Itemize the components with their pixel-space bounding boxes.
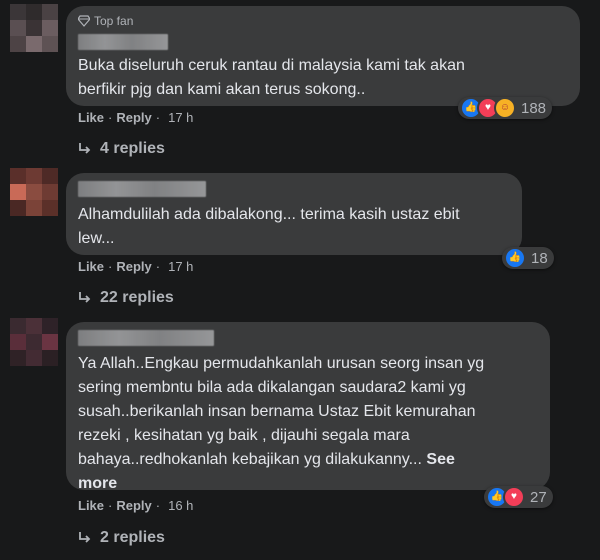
- diamond-icon: [78, 15, 90, 27]
- reply-arrow-icon: [79, 143, 91, 154]
- commenter-name[interactable]: [78, 181, 206, 197]
- separator-dot: ·: [155, 110, 161, 125]
- replies-label: 2 replies: [100, 529, 165, 546]
- reply-arrow-icon: [79, 532, 91, 543]
- comment-bubble: Top fan Buka diseluruh ceruk rantau di m…: [66, 6, 580, 106]
- reply-link[interactable]: Reply: [116, 498, 151, 513]
- comment-text: Alhamdulilah ada dibalakong... terima ka…: [78, 206, 460, 247]
- like-link[interactable]: Like: [78, 259, 104, 274]
- comment-bubble: Alhamdulilah ada dibalakong... terima ka…: [66, 173, 522, 255]
- commenter-name[interactable]: [78, 330, 214, 346]
- like-icon: 👍: [504, 247, 526, 269]
- replies-label: 22 replies: [100, 289, 174, 306]
- timestamp[interactable]: 16 h: [168, 498, 193, 513]
- like-link[interactable]: Like: [78, 110, 104, 125]
- separator-dot: ·: [155, 259, 161, 274]
- separator-dot: ·: [155, 498, 161, 513]
- separator-dot: ·: [108, 259, 113, 274]
- comment-actions: Like · Reply · 16 h: [78, 498, 193, 513]
- separator-dot: ·: [108, 498, 113, 513]
- avatar[interactable]: [10, 168, 58, 216]
- reaction-count: 18: [531, 249, 548, 267]
- top-fan-badge: Top fan: [78, 14, 568, 28]
- comment-thread: Top fan Buka diseluruh ceruk rantau di m…: [0, 0, 600, 560]
- timestamp[interactable]: 17 h: [168, 259, 193, 274]
- avatar[interactable]: [10, 4, 58, 52]
- comment-actions: Like · Reply · 17 h: [78, 110, 193, 125]
- replies-label: 4 replies: [100, 140, 165, 157]
- reaction-summary[interactable]: 👍 18: [502, 247, 554, 269]
- avatar[interactable]: [10, 318, 58, 366]
- comment-text: Ya Allah..Engkau permudahkanlah urusan s…: [78, 352, 538, 496]
- reaction-count: 27: [530, 488, 547, 506]
- separator-dot: ·: [108, 110, 113, 125]
- reply-link[interactable]: Reply: [116, 110, 151, 125]
- reply-link[interactable]: Reply: [116, 259, 151, 274]
- reaction-summary[interactable]: 👍 ♥ 27: [484, 486, 553, 508]
- view-replies[interactable]: 2 replies: [78, 529, 165, 547]
- timestamp[interactable]: 17 h: [168, 110, 193, 125]
- badge-label: Top fan: [94, 14, 134, 28]
- comment-body: Ya Allah..Engkau permudahkanlah urusan s…: [78, 355, 485, 468]
- love-icon: ♥: [503, 486, 525, 508]
- commenter-name[interactable]: [78, 34, 168, 50]
- comment-actions: Like · Reply · 17 h: [78, 259, 193, 274]
- reaction-summary[interactable]: 👍 ♥ ☺ 188: [458, 97, 553, 119]
- comment-bubble: Ya Allah..Engkau permudahkanlah urusan s…: [66, 322, 550, 492]
- comment-text: Buka diseluruh ceruk rantau di malaysia …: [78, 57, 465, 98]
- like-link[interactable]: Like: [78, 498, 104, 513]
- reaction-count: 188: [521, 99, 547, 117]
- reply-arrow-icon: [79, 292, 91, 303]
- view-replies[interactable]: 22 replies: [78, 289, 174, 307]
- care-icon: ☺: [494, 97, 516, 119]
- view-replies[interactable]: 4 replies: [78, 140, 165, 158]
